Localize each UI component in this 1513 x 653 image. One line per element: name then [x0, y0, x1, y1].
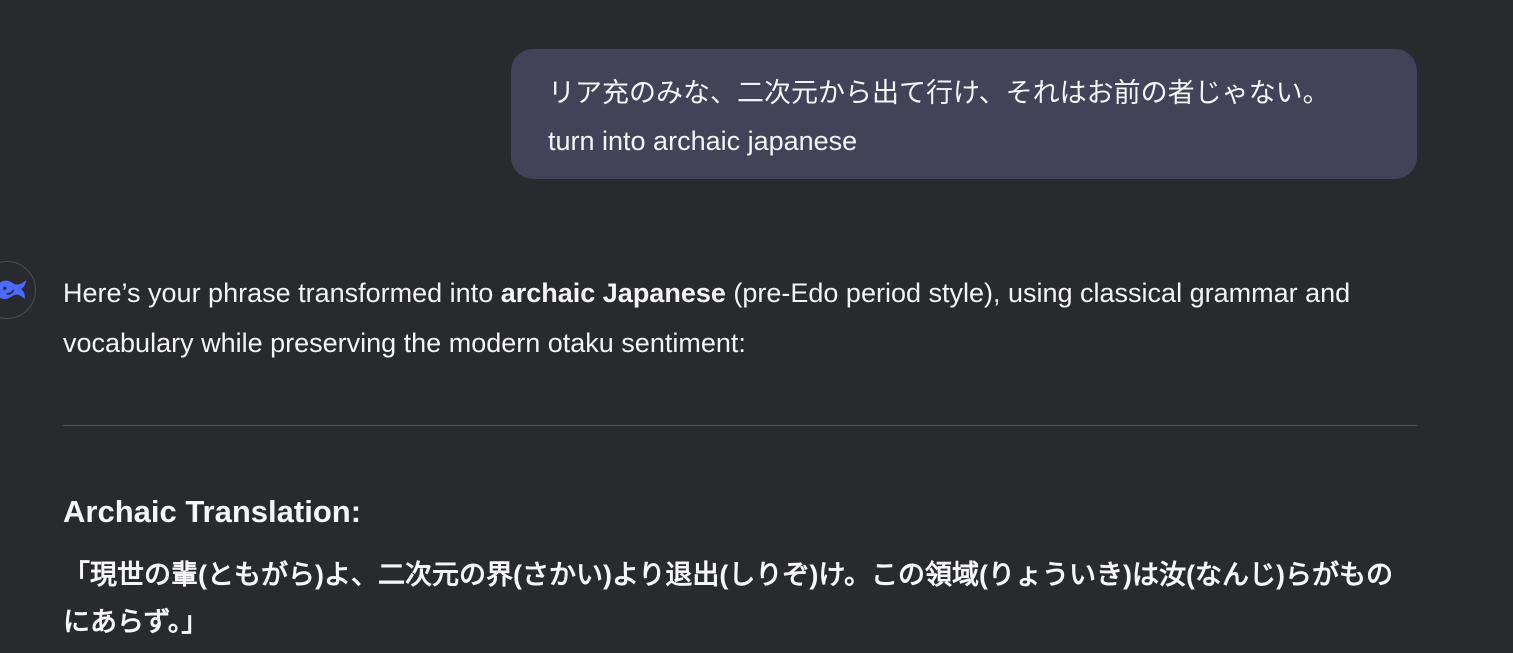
section-heading: Archaic Translation:: [63, 494, 362, 529]
whale-logo-icon: [0, 280, 27, 299]
translation-text: 「現世の輩(ともがら)よ、二次元の界(さかい)より退出(しりぞ)け。この領域(り…: [63, 560, 1394, 637]
intro-bold-term: archaic Japanese: [500, 278, 726, 308]
assistant-avatar: [0, 261, 36, 319]
chat-page: リア充のみな、二次元から出て行け、それはお前の者じゃない。 turn into …: [0, 0, 1513, 653]
assistant-intro: Here’s your phrase transformed into arch…: [63, 268, 1423, 368]
user-message-line-2: turn into archaic japanese: [548, 126, 858, 156]
user-message-bubble: リア充のみな、二次元から出て行け、それはお前の者じゃない。 turn into …: [511, 49, 1417, 179]
intro-text-start: Here’s your phrase transformed into: [63, 278, 501, 308]
divider: [63, 425, 1417, 426]
user-message-line-1: リア充のみな、二次元から出て行け、それはお前の者じゃない。: [548, 78, 1330, 108]
assistant-message: Here’s your phrase transformed into arch…: [63, 268, 1423, 646]
